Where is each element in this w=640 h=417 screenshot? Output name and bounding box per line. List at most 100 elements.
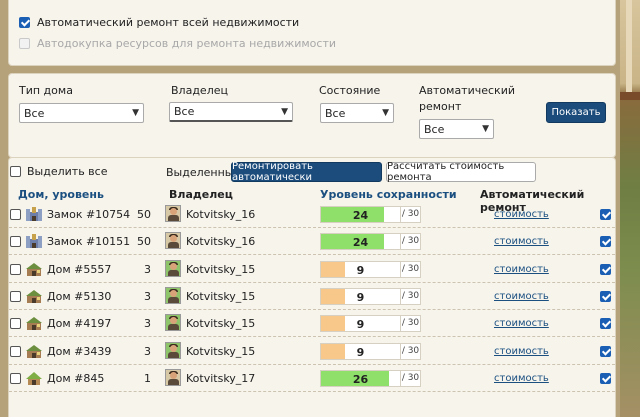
preservation-bar: 24 [320,206,401,223]
auto-repair-checkbox[interactable] [600,236,611,248]
table-row: Дом #3439 3 Kotvitsky_15 9 / 30 стоимост… [9,338,615,365]
repair-automatically-button[interactable]: Ремонтировать автоматически [231,161,382,183]
chevron-down-icon: ▼ [132,108,139,118]
cost-link[interactable]: стоимость [494,264,549,275]
chevron-down-icon: ▼ [482,124,489,134]
owner-avatar[interactable] [165,232,181,250]
owner-value: Все [174,105,195,118]
auto-buy-resources-label: Автодокупка ресурсов для ремонта недвижи… [37,37,337,50]
owner-avatar[interactable] [165,314,181,332]
owner-avatar[interactable] [165,341,181,359]
house-level: 1 [144,371,151,385]
preservation-bar: 9 [320,342,401,360]
preservation-value: 24 [352,209,369,222]
auto-buy-resources-option: Автодокупка ресурсов для ремонта недвижи… [19,37,336,50]
auto-repair-all-option[interactable]: Автоматический ремонт всей недвижимости [19,16,299,29]
show-button[interactable]: Показать [546,102,606,123]
preservation-max: / 30 [401,315,421,333]
house-name[interactable]: Дом #5130 [47,290,111,303]
house-name[interactable]: Дом #5557 [47,263,111,276]
house-name[interactable]: Дом #3439 [47,345,111,358]
castle-icon [26,234,42,249]
owner-avatar[interactable] [165,368,181,386]
auto-repair-checkbox[interactable] [600,318,611,330]
preservation-value: 9 [356,263,365,277]
header-preservation[interactable]: Уровень сохранности [320,188,457,201]
owner-name[interactable]: Kotvitsky_15 [186,317,255,330]
cost-link[interactable]: стоимость [494,209,549,220]
auto-repair-all-label: Автоматический ремонт всей недвижимости [37,16,300,29]
house-name[interactable]: Дом #845 [47,372,104,385]
house-type-select[interactable]: Все ▼ [19,103,144,123]
row-select-checkbox[interactable] [10,290,21,302]
owner-name[interactable]: Kotvitsky_15 [186,345,255,358]
house-name[interactable]: Замок #10754 [47,208,130,221]
house-icon [26,344,42,358]
auto-repair-checkbox[interactable] [600,345,611,357]
row-select-checkbox[interactable] [10,209,21,220]
header-house-level[interactable]: Дом, уровень [18,188,104,201]
auto-repair-checkbox[interactable] [600,372,611,384]
auto-repair-all-checkbox[interactable] [19,17,30,28]
preservation-max: / 30 [401,260,421,278]
preservation-max: / 30 [401,233,421,251]
owner-avatar[interactable] [165,286,181,304]
auto-repair-select[interactable]: Все ▼ [419,119,494,139]
preservation-value: 9 [356,318,365,332]
house-type-value: Все [24,106,45,120]
cost-link[interactable]: стоимость [494,346,549,357]
background-pole [626,0,632,95]
filter-panel: Тип дома Все ▼ Владелец Все ▼ Состояние … [8,73,616,158]
table-row: Дом #4197 3 Kotvitsky_15 9 / 30 стоимост… [9,310,615,338]
owner-name[interactable]: Kotvitsky_16 [186,235,255,248]
cost-link[interactable]: стоимость [494,291,549,302]
preservation-max: / 30 [401,369,421,387]
table-row: Замок #10151 50 Kotvitsky_16 24 / 30 сто… [9,228,615,256]
row-select-checkbox[interactable] [10,372,21,384]
owner-name[interactable]: Kotvitsky_17 [186,372,255,385]
house-icon [26,262,42,276]
row-select-checkbox[interactable] [10,345,21,357]
house-level: 3 [144,344,151,358]
owner-name[interactable]: Kotvitsky_16 [186,208,255,221]
options-panel: Автоматический ремонт всей недвижимости … [8,0,616,66]
row-select-checkbox[interactable] [10,236,21,248]
select-all-option[interactable]: Выделить все [10,165,107,178]
house-icon [26,289,42,303]
table-row: Дом #845 1 Kotvitsky_17 26 / 30 стоимост… [9,365,615,392]
house-name[interactable]: Замок #10151 [47,235,130,248]
owner-label: Владелец [171,84,228,97]
preservation-value: 9 [356,290,365,304]
cost-link[interactable]: стоимость [494,236,549,247]
owner-avatar[interactable] [165,205,181,222]
house-name[interactable]: Дом #4197 [47,317,111,330]
row-select-checkbox[interactable] [10,318,21,330]
state-select[interactable]: Все ▼ [320,103,394,123]
table-row: Дом #5557 3 Kotvitsky_15 9 / 30 стоимост… [9,256,615,283]
cost-link[interactable]: стоимость [494,318,549,329]
auto-repair-filter-label: Автоматический ремонт [419,83,515,115]
house-level: 3 [144,289,151,303]
chevron-down-icon: ▼ [382,108,389,118]
auto-buy-resources-checkbox [19,38,30,49]
row-select-checkbox[interactable] [10,263,21,275]
calculate-cost-button[interactable]: Рассчитать стоимость ремонта [386,161,536,183]
auto-repair-checkbox[interactable] [600,263,611,275]
owner-name[interactable]: Kotvitsky_15 [186,290,255,303]
auto-repair-value: Все [424,122,445,136]
cost-link[interactable]: стоимость [494,373,549,384]
preservation-bar: 26 [320,369,401,387]
owner-avatar[interactable] [165,259,181,277]
preservation-value: 24 [352,236,369,250]
preservation-bar: 9 [320,287,401,305]
select-all-label: Выделить все [27,165,108,178]
property-table-panel: Выделить все Выделенные: Ремонтировать а… [8,157,616,417]
select-all-checkbox[interactable] [10,166,21,177]
owner-name[interactable]: Kotvitsky_15 [186,263,255,276]
preservation-bar: 24 [320,233,401,251]
auto-repair-checkbox[interactable] [600,209,611,220]
owner-select[interactable]: Все ▼ [169,102,293,122]
auto-repair-checkbox[interactable] [600,290,611,302]
house-level: 3 [144,262,151,276]
preservation-value: 9 [356,345,365,359]
